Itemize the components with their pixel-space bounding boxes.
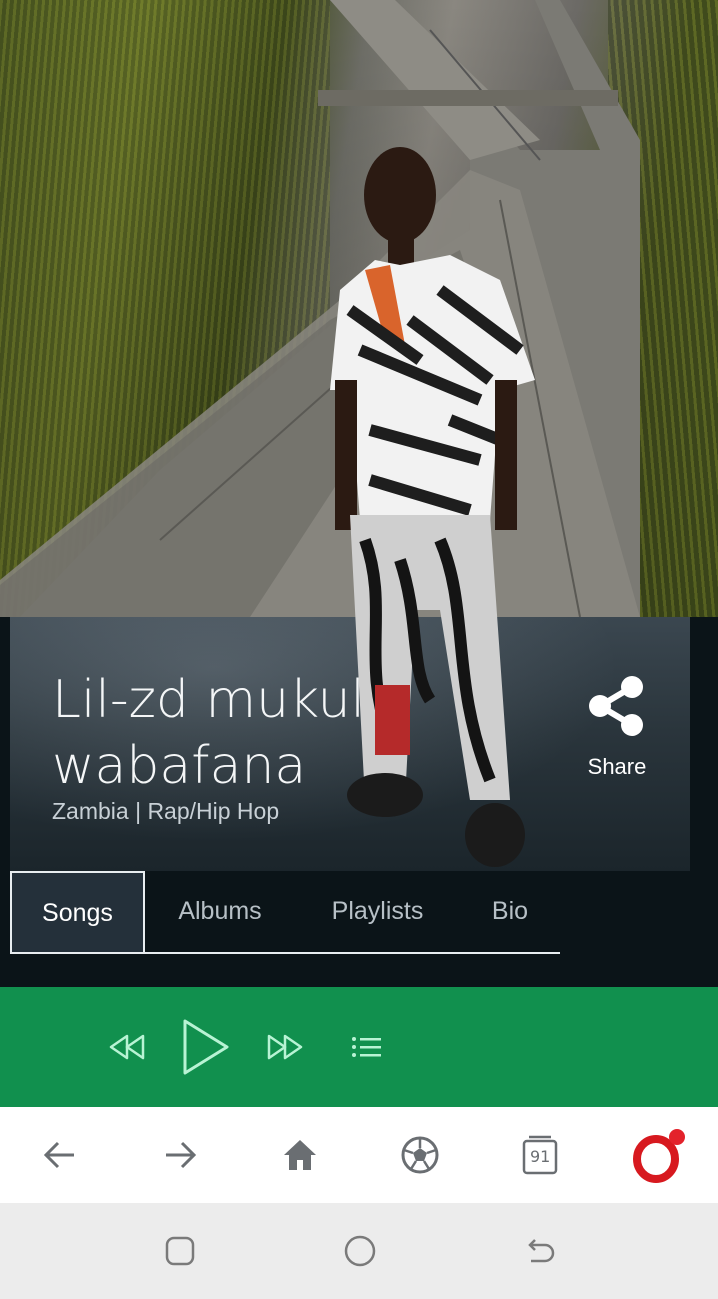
browser-toolbar: 91: [0, 1107, 718, 1203]
soccer-ball-icon: [401, 1136, 439, 1174]
system-home-button[interactable]: [320, 1203, 400, 1299]
play-button[interactable]: [170, 987, 240, 1107]
forward-button[interactable]: [140, 1107, 220, 1203]
tab-bio[interactable]: Bio: [470, 871, 550, 952]
fast-forward-icon: [267, 1034, 303, 1060]
rewind-button[interactable]: [100, 987, 154, 1107]
opera-menu-button[interactable]: [620, 1107, 700, 1203]
sports-button[interactable]: [380, 1107, 460, 1203]
share-label: Share: [587, 754, 647, 779]
back-icon: [528, 1239, 555, 1263]
home-icon: [284, 1140, 316, 1170]
tab-songs[interactable]: Songs: [10, 871, 145, 952]
tab-playlists[interactable]: Playlists: [305, 871, 450, 952]
recent-apps-button[interactable]: [140, 1203, 220, 1299]
system-back-button[interactable]: [500, 1203, 580, 1299]
back-button[interactable]: [20, 1107, 100, 1203]
share-button[interactable]: Share: [575, 673, 659, 780]
tabs-area: Songs Albums Playlists Bio: [0, 871, 718, 987]
play-icon: [183, 1019, 229, 1075]
queue-list-icon: [352, 1037, 381, 1057]
rewind-icon: [109, 1034, 145, 1060]
home-circle-icon: [344, 1235, 376, 1267]
fast-forward-button[interactable]: [258, 987, 312, 1107]
queue-list-button[interactable]: [340, 987, 394, 1107]
back-arrow-icon: [43, 1141, 74, 1169]
artist-tabs: Songs Albums Playlists Bio: [10, 871, 560, 954]
tab-albums[interactable]: Albums: [155, 871, 285, 952]
artist-country-genre: Zambia | Rap/Hip Hop: [52, 798, 280, 824]
player-bar: [0, 987, 718, 1107]
share-icon: [589, 676, 643, 736]
forward-arrow-icon: [166, 1141, 197, 1169]
system-nav-bar: [0, 1203, 718, 1299]
tab-count: 91: [530, 1147, 551, 1166]
home-button[interactable]: [260, 1107, 340, 1203]
opera-icon: [633, 1129, 685, 1183]
recent-apps-icon: [165, 1236, 195, 1266]
tabs-button[interactable]: 91: [500, 1107, 580, 1203]
artist-photo-figure: [330, 147, 535, 867]
